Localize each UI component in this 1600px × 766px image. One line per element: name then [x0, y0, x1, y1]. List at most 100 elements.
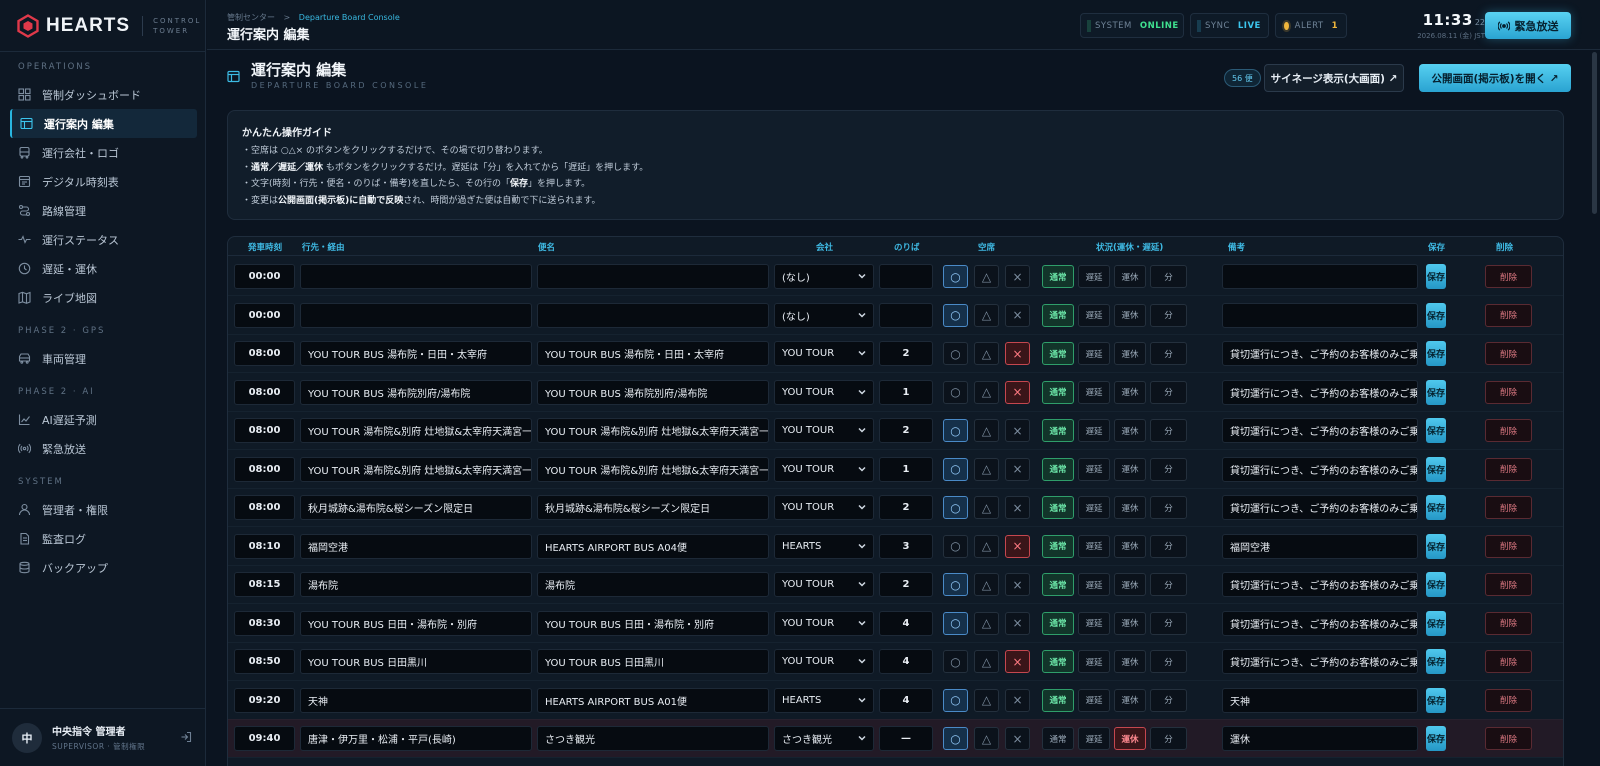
sidebar-item-route[interactable]: 路線管理	[0, 196, 205, 225]
status-cancel-button[interactable]: 運休	[1114, 303, 1146, 327]
delay-minutes-input[interactable]: 分	[1150, 688, 1187, 712]
status-delay-button[interactable]: 遅延	[1078, 303, 1110, 327]
save-button[interactable]: 保存	[1426, 649, 1446, 674]
delete-button[interactable]: 削除	[1485, 727, 1532, 750]
service-name-input[interactable]: HEARTS AIRPORT BUS A04便	[537, 533, 769, 559]
service-name-input[interactable]: YOU TOUR 湯布院&別府 灶地獄&太宰府天満宮一日	[537, 456, 769, 482]
company-select[interactable]: YOU TOUR	[774, 418, 874, 443]
status-normal-button[interactable]: 通常	[1042, 650, 1074, 673]
seat-few-button[interactable]: △	[974, 457, 999, 481]
company-select[interactable]: YOU TOUR	[774, 649, 874, 674]
seat-few-button[interactable]: △	[974, 265, 999, 288]
sidebar-item-board[interactable]: 運行案内 編集	[10, 109, 197, 138]
platform-input[interactable]: 2	[879, 495, 933, 520]
seat-few-button[interactable]: △	[974, 611, 999, 635]
platform-input[interactable]: 1	[879, 379, 933, 405]
status-normal-button[interactable]: 通常	[1042, 303, 1074, 327]
status-delay-button[interactable]: 遅延	[1078, 457, 1110, 481]
service-name-input[interactable]: YOU TOUR 湯布院&別府 灶地獄&太宰府天満宮一日	[537, 418, 769, 443]
sidebar-item-broadcast[interactable]: 緊急放送	[0, 434, 205, 463]
service-name-input[interactable]	[537, 264, 769, 289]
delete-button[interactable]: 削除	[1485, 342, 1532, 365]
emergency-broadcast-button[interactable]: 緊急放送	[1485, 12, 1571, 39]
delay-minutes-input[interactable]: 分	[1150, 380, 1187, 404]
time-input[interactable]: 08:00	[234, 495, 295, 520]
seat-full-button[interactable]: ×	[1005, 573, 1030, 596]
destination-input[interactable]	[300, 302, 532, 328]
delete-button[interactable]: 削除	[1485, 688, 1532, 712]
delete-button[interactable]: 削除	[1485, 496, 1532, 519]
note-input[interactable]: 貸切運行につき、ご予約のお客様のみご乗車	[1222, 495, 1418, 520]
status-delay-button[interactable]: 遅延	[1078, 342, 1110, 365]
status-delay-button[interactable]: 遅延	[1078, 688, 1110, 712]
seat-available-button[interactable]: ○	[943, 688, 968, 712]
status-delay-button[interactable]: 遅延	[1078, 496, 1110, 519]
seat-few-button[interactable]: △	[974, 573, 999, 596]
note-input[interactable]: 貸切運行につき、ご予約のお客様のみご乗車	[1222, 572, 1418, 597]
note-input[interactable]: 貸切運行につき、ご予約のお客様のみご乗車	[1222, 418, 1418, 443]
status-normal-button[interactable]: 通常	[1042, 573, 1074, 596]
seat-full-button[interactable]: ×	[1005, 650, 1030, 673]
company-select[interactable]: (なし)	[774, 264, 874, 289]
destination-input[interactable]	[300, 264, 532, 289]
sidebar-item-timetable[interactable]: デジタル時刻表	[0, 167, 205, 196]
seat-full-button[interactable]: ×	[1005, 265, 1030, 288]
company-select[interactable]: YOU TOUR	[774, 379, 874, 405]
platform-input[interactable]: 3	[879, 533, 933, 559]
save-button[interactable]: 保存	[1426, 495, 1446, 520]
destination-input[interactable]: YOU TOUR BUS 日田・湯布院・別府	[300, 610, 532, 636]
seat-available-button[interactable]: ○	[943, 380, 968, 404]
signage-display-button[interactable]: サイネージ表示(大画面) ↗	[1264, 64, 1404, 92]
save-button[interactable]: 保存	[1426, 726, 1446, 751]
seat-few-button[interactable]: △	[974, 419, 999, 442]
time-input[interactable]: 08:00	[234, 341, 295, 366]
time-input[interactable]: 00:00	[234, 302, 295, 328]
delay-minutes-input[interactable]: 分	[1150, 727, 1187, 750]
status-delay-button[interactable]: 遅延	[1078, 380, 1110, 404]
delete-button[interactable]: 削除	[1485, 534, 1532, 558]
save-button[interactable]: 保存	[1426, 572, 1446, 597]
seat-few-button[interactable]: △	[974, 342, 999, 365]
seat-available-button[interactable]: ○	[943, 496, 968, 519]
service-name-input[interactable]: YOU TOUR BUS 湯布院別府/湯布院	[537, 379, 769, 405]
note-input[interactable]	[1222, 264, 1418, 289]
save-button[interactable]: 保存	[1426, 264, 1446, 289]
page-scrollbar[interactable]	[1592, 52, 1597, 214]
seat-few-button[interactable]: △	[974, 727, 999, 750]
save-button[interactable]: 保存	[1426, 533, 1446, 559]
destination-input[interactable]: YOU TOUR 湯布院&別府 灶地獄&太宰府天満宮一日	[300, 418, 532, 443]
open-public-board-button[interactable]: 公開画面(掲示板)を開く ↗	[1419, 64, 1571, 92]
status-cancel-button[interactable]: 運休	[1114, 727, 1146, 750]
delay-minutes-input[interactable]: 分	[1150, 342, 1187, 365]
sidebar-item-pulse[interactable]: 運行ステータス	[0, 225, 205, 254]
platform-input[interactable]	[879, 302, 933, 328]
seat-full-button[interactable]: ×	[1005, 496, 1030, 519]
platform-input[interactable]: 2	[879, 418, 933, 443]
status-cancel-button[interactable]: 運休	[1114, 534, 1146, 558]
seat-available-button[interactable]: ○	[943, 573, 968, 596]
save-button[interactable]: 保存	[1426, 302, 1446, 328]
service-name-input[interactable]: 湯布院	[537, 572, 769, 597]
sidebar-item-dashboard[interactable]: 管制ダッシュボード	[0, 80, 205, 109]
seat-full-button[interactable]: ×	[1005, 457, 1030, 481]
delete-button[interactable]: 削除	[1485, 303, 1532, 327]
seat-full-button[interactable]: ×	[1005, 303, 1030, 327]
delay-minutes-input[interactable]: 分	[1150, 650, 1187, 673]
seat-available-button[interactable]: ○	[943, 265, 968, 288]
delay-minutes-input[interactable]: 分	[1150, 457, 1187, 481]
status-delay-button[interactable]: 遅延	[1078, 650, 1110, 673]
status-delay-button[interactable]: 遅延	[1078, 265, 1110, 288]
sidebar-item-user[interactable]: 管理者・権限	[0, 495, 205, 524]
destination-input[interactable]: 福岡空港	[300, 533, 532, 559]
status-delay-button[interactable]: 遅延	[1078, 611, 1110, 635]
delete-button[interactable]: 削除	[1485, 573, 1532, 596]
seat-available-button[interactable]: ○	[943, 419, 968, 442]
status-cancel-button[interactable]: 運休	[1114, 419, 1146, 442]
status-cancel-button[interactable]: 運休	[1114, 611, 1146, 635]
brand[interactable]: HEARTS CONTROL TOWER	[0, 0, 205, 52]
status-cancel-button[interactable]: 運休	[1114, 688, 1146, 712]
company-select[interactable]: YOU TOUR	[774, 456, 874, 482]
status-normal-button[interactable]: 通常	[1042, 457, 1074, 481]
time-input[interactable]: 08:00	[234, 456, 295, 482]
seat-full-button[interactable]: ×	[1005, 380, 1030, 404]
